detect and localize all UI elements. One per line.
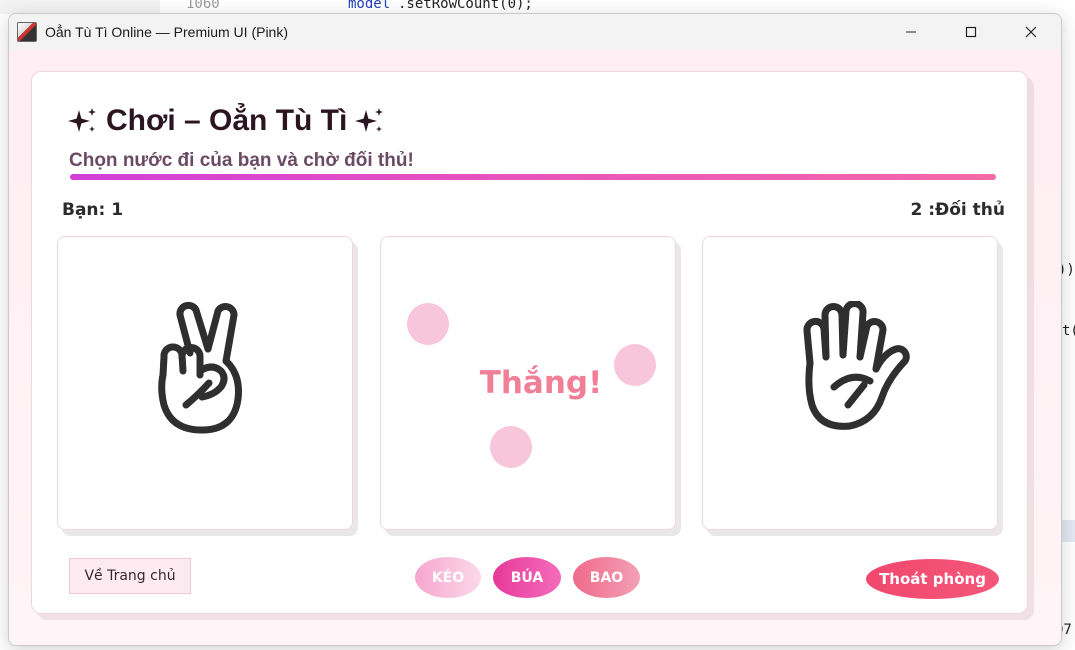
maximize-icon xyxy=(965,26,977,38)
scissors-hand-icon xyxy=(158,301,242,434)
accent-bar xyxy=(70,174,996,180)
ide-fragment: t( xyxy=(1062,323,1075,339)
exit-room-button[interactable]: Thoát phòng xyxy=(866,559,999,599)
app-window: Oẳn Tù Tì Online — Premium UI (Pink) Chơ… xyxy=(8,13,1062,646)
sparkle-icon xyxy=(68,108,96,132)
page-subtitle: Chọn nước đi của bạn và chờ đối thủ! xyxy=(69,150,414,171)
ide-gutter xyxy=(0,0,160,14)
home-button[interactable]: Về Trang chủ xyxy=(69,558,191,594)
opponent-score: 2 :Đối thủ xyxy=(910,200,1005,220)
confetti-bubble xyxy=(490,426,532,468)
client-area: Chơi – Oẳn Tù Tì Chọn nước đi của bạn và… xyxy=(9,50,1061,645)
page-title: Chơi – Oẳn Tù Tì xyxy=(106,104,348,137)
paper-button[interactable]: BAO xyxy=(573,557,640,598)
player-hand-panel xyxy=(57,236,353,530)
close-button[interactable] xyxy=(1001,14,1061,50)
close-icon xyxy=(1025,26,1037,38)
ide-code-text: .setRowCount(0); xyxy=(398,0,533,12)
sparkle-icon xyxy=(355,108,384,132)
ide-highlight xyxy=(1062,520,1075,542)
title-bar[interactable]: Oẳn Tù Tì Online — Premium UI (Pink) xyxy=(9,14,1061,50)
maximize-button[interactable] xyxy=(941,14,1001,50)
rock-button[interactable]: BÚA xyxy=(493,557,561,598)
window-title: Oẳn Tù Tì Online — Premium UI (Pink) xyxy=(45,24,288,40)
game-card: Chơi – Oẳn Tù Tì Chọn nước đi của bạn và… xyxy=(31,71,1028,614)
minimize-icon xyxy=(906,31,916,33)
app-icon xyxy=(17,22,37,42)
window-controls xyxy=(881,14,1061,50)
ide-code-keyword: model xyxy=(348,0,391,12)
scissors-button[interactable]: KÉO xyxy=(415,557,481,598)
minimize-button[interactable] xyxy=(881,14,941,50)
opponent-hand-panel xyxy=(702,236,998,530)
result-label: Thắng! xyxy=(479,365,603,401)
confetti-bubble xyxy=(407,303,449,345)
page-heading: Chơi – Oẳn Tù Tì xyxy=(68,104,385,138)
open-hand-icon xyxy=(803,301,910,430)
result-panel: Thắng! xyxy=(380,236,676,530)
player-score: Bạn: 1 xyxy=(62,200,124,220)
ide-line-number: 1060 xyxy=(186,0,220,12)
